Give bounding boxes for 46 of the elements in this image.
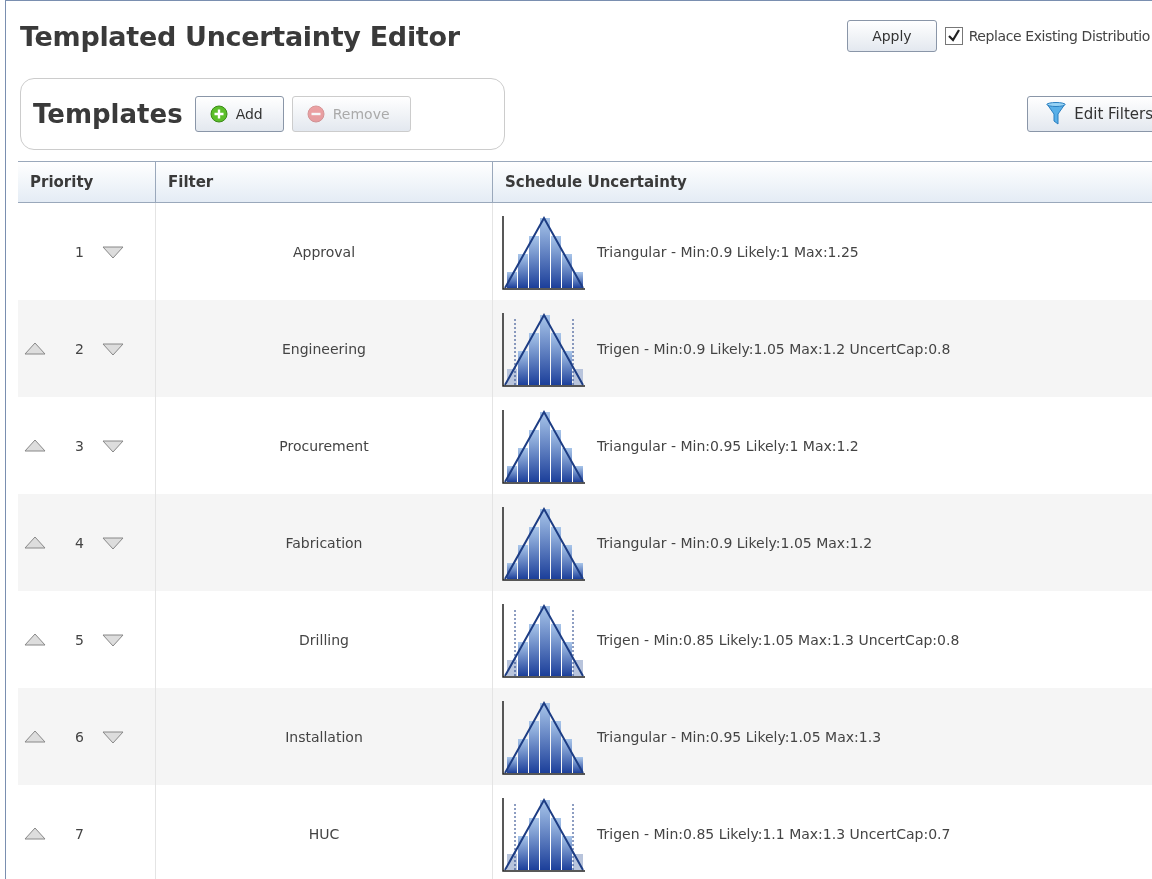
column-header: Filter: [156, 162, 493, 202]
uncertainty-text: Trigen - Min:0.9 Likely:1.05 Max:1.2 UncertCap:0.8: [597, 340, 951, 357]
filter-name: Installation: [285, 728, 363, 745]
priority-number: 6: [74, 728, 84, 745]
minus-icon: [306, 105, 325, 123]
filter-name: Approval: [292, 243, 356, 260]
column-header: Schedule Uncertainty: [504, 172, 688, 193]
funnel-icon: [1046, 102, 1067, 126]
uncertainty-text: Triangular - Min:0.9 Likely:1 Max:1.25: [597, 243, 859, 260]
uncertainty-text: Triangular - Min:0.95 Likely:1 Max:1.2: [597, 437, 859, 454]
priority-number: 2: [74, 340, 84, 357]
column-header: Priority: [18, 162, 156, 202]
filter-name: Drilling: [299, 631, 349, 648]
priority-number: 4: [74, 534, 84, 551]
apply-button[interactable]: Apply: [847, 20, 937, 52]
filter-name: Fabrication: [285, 534, 363, 551]
move-down-icon[interactable]: [102, 729, 124, 744]
uncertainty-text: Triangular - Min:0.95 Likely:1.05 Max:1.3: [597, 728, 882, 745]
move-down-icon[interactable]: [102, 244, 124, 259]
move-up-icon[interactable]: [24, 729, 46, 744]
move-up-icon[interactable]: [24, 438, 46, 453]
edit-filters-button[interactable]: Edit Filters: [1027, 96, 1152, 132]
add-button[interactable]: Add: [194, 96, 284, 132]
move-up-icon[interactable]: [24, 341, 46, 356]
uncertainty-text: Triangular - Min:0.9 Likely:1.05 Max:1.2: [597, 534, 873, 551]
plus-icon: [209, 105, 228, 123]
move-down-icon[interactable]: [102, 438, 124, 453]
move-down-icon[interactable]: [102, 632, 124, 647]
filter-name: HUC: [308, 825, 340, 842]
priority-number: 1: [74, 243, 84, 260]
move-up-icon[interactable]: [24, 632, 46, 647]
replace-checkbox[interactable]: [944, 27, 963, 45]
move-down-icon[interactable]: [102, 341, 124, 356]
priority-number: 5: [74, 631, 84, 648]
uncertainty-text: Trigen - Min:0.85 Likely:1.05 Max:1.3 UncertCap:0.8: [597, 631, 960, 648]
priority-number: 7: [74, 825, 84, 842]
move-up-icon[interactable]: [24, 535, 46, 550]
templates-heading: Templates: [33, 99, 183, 129]
checkbox-label: Replace Existing Distributio: [968, 28, 1150, 44]
filter-name: Procurement: [279, 437, 369, 454]
move-up-icon[interactable]: [24, 826, 46, 841]
priority-number: 3: [74, 437, 84, 454]
editor-title: Templated Uncertainty Editor: [20, 20, 461, 52]
move-down-icon[interactable]: [102, 535, 124, 550]
filter-name: Engineering: [282, 340, 366, 357]
uncertainty-text: Trigen - Min:0.85 Likely:1.1 Max:1.3 UncertCap:0.7: [597, 825, 951, 842]
